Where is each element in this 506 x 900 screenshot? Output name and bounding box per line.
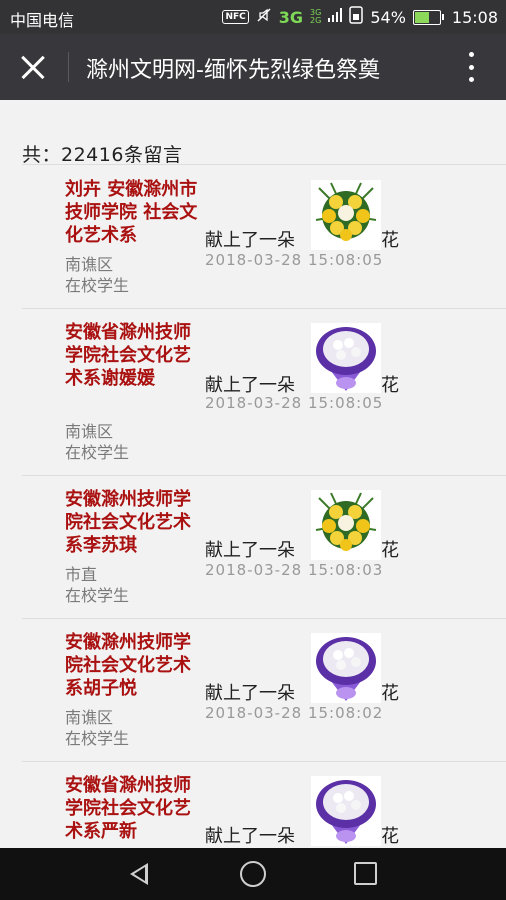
list-item: 安徽省滁州技师学院社会文化艺术系谢媛媛 南谯区 在校学生 献上了一朵 花 201… [22,308,506,476]
yellow-chrysanthemum-icon [311,180,381,250]
signal-icon [328,8,343,26]
sim-icon [349,6,364,28]
title-divider [68,52,69,82]
entry-name: 刘卉 安徽滁州市技师学院 社会文化艺术系 [65,179,198,246]
entry-timestamp: 2018-03-28 15:08:05 [205,251,384,269]
offer-text: 献上了一朵 [205,540,295,561]
entry-role: 在校学生 [65,586,130,605]
more-dot-icon [468,52,474,57]
network-3g-small-icon: 3G 2G [310,8,322,25]
network-3g-icon: 3G [278,7,304,27]
more-dot-icon [468,77,474,82]
battery-icon [412,9,444,25]
flower-suffix: 花 [381,683,399,704]
offer-text: 献上了一朵 [205,683,295,704]
home-icon[interactable] [240,861,266,887]
flower-suffix: 花 [381,826,399,847]
white-purple-bouquet-icon [311,633,381,703]
white-purple-bouquet-icon [311,323,381,393]
flower-suffix: 花 [381,230,399,251]
carrier-label: 中国电信 [10,11,75,30]
list-item: 安徽省滁州技师学院社会文化艺术系严新 献上了一朵 花 [22,761,506,848]
list-item: 安徽滁州技师学院社会文化艺术系胡子悦 南谯区 在校学生 献上了一朵 花 2018… [22,618,506,762]
back-icon[interactable] [130,863,148,885]
clock: 15:08 [451,7,498,27]
total-count: 共：22416条留言 [22,144,183,166]
entry-name: 安徽滁州技师学院社会文化艺术系李苏琪 [65,489,191,556]
page-title: 滁州文明网-缅怀先烈绿色祭奠 [86,58,380,83]
flower-suffix: 花 [381,540,399,561]
offer-text: 献上了一朵 [205,826,295,847]
mute-icon [256,7,272,27]
recent-apps-icon[interactable] [354,862,377,885]
status-bar: 中国电信 NFC 3G 3G 2G 54% 15:08 [0,0,506,34]
list-item: 刘卉 安徽滁州市技师学院 社会文化艺术系 南谯区 在校学生 献上了一朵 花 20… [22,165,506,309]
yellow-chrysanthemum-icon [311,490,381,560]
entry-timestamp: 2018-03-28 15:08:02 [205,704,384,722]
battery-fill [414,11,429,23]
entry-role: 在校学生 [65,443,130,462]
more-dot-icon [468,64,474,70]
status-icons: NFC 3G 3G 2G 54% 15:08 [222,6,498,28]
message-list-page[interactable]: 共：22416条留言 刘卉 安徽滁州市技师学院 社会文化艺术系 南谯区 在校学生… [0,100,506,848]
entry-timestamp: 2018-03-28 15:08:03 [205,561,384,579]
entry-role: 在校学生 [65,276,130,295]
entry-role: 在校学生 [65,729,130,748]
more-menu-button[interactable] [466,52,476,82]
entry-name: 安徽滁州技师学院社会文化艺术系胡子悦 [65,632,191,699]
navigation-bar [0,848,506,900]
entry-name: 安徽省滁州技师学院社会文化艺术系严新 [65,775,191,842]
battery-percent: 54% [370,7,406,27]
list-item: 安徽滁州技师学院社会文化艺术系李苏琪 市直 在校学生 献上了一朵 花 2018-… [22,475,506,619]
offer-text: 献上了一朵 [205,230,295,251]
flower-suffix: 花 [381,375,399,396]
entry-name: 安徽省滁州技师学院社会文化艺术系谢媛媛 [65,322,191,389]
close-button[interactable] [16,49,52,85]
white-purple-bouquet-icon [311,776,381,846]
entry-timestamp: 2018-03-28 15:08:05 [205,394,384,412]
title-bar: 滁州文明网-缅怀先烈绿色祭奠 [0,34,506,100]
nfc-icon: NFC [222,10,249,24]
